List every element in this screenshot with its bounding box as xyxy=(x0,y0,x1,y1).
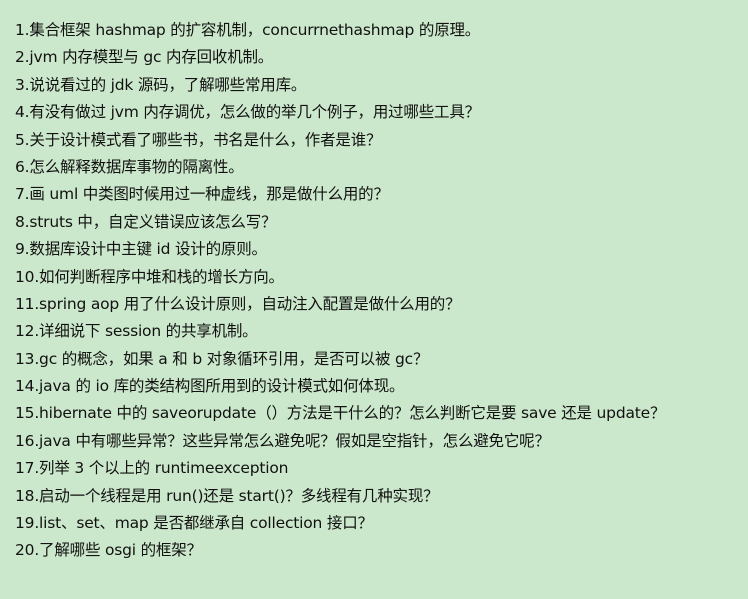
question-line: 8.struts 中，自定义错误应该怎么写？ xyxy=(15,212,277,231)
question-line: 13.gc 的概念，如果 a 和 b 对象循环引用，是否可以被 gc？ xyxy=(15,349,429,368)
question-line: 12.详细说下 session 的共享机制。 xyxy=(15,322,258,341)
question-line: 11.spring aop 用了什么设计原则，自动注入配置是做什么用的？ xyxy=(15,294,461,313)
question-line: 16.java 中有哪些异常？这些异常怎么避免呢？假如是空指针，怎么避免它呢？ xyxy=(15,431,550,450)
question-line: 5.关于设计模式看了哪些书，书名是什么，作者是谁？ xyxy=(15,130,382,149)
question-list: 1.集合框架 hashmap 的扩容机制，concurrnethashmap 的… xyxy=(15,17,665,565)
question-line: 15.hibernate 中的 saveorupdate（）方法是干什么的？怎么… xyxy=(15,404,666,423)
question-line: 1.集合框架 hashmap 的扩容机制，concurrnethashmap 的… xyxy=(15,21,481,39)
question-line: 2.jvm 内存模型与 gc 内存回收机制。 xyxy=(15,48,274,67)
question-line: 17.列举 3 个以上的 runtimeexception xyxy=(15,459,289,478)
question-line: 4.有没有做过 jvm 内存调优，怎么做的举几个例子，用过哪些工具？ xyxy=(15,103,480,122)
question-line: 10.如何判断程序中堆和栈的增长方向。 xyxy=(15,267,284,286)
question-line: 14.java 的 io 库的类结构图所用到的设计模式如何体现。 xyxy=(15,377,405,396)
question-line: 6.怎么解释数据库事物的隔离性。 xyxy=(15,157,244,176)
question-line: 19.list、set、map 是否都继承自 collection 接口？ xyxy=(15,514,373,533)
question-line: 9.数据库设计中主键 id 设计的原则。 xyxy=(15,240,267,259)
question-line: 20.了解哪些 osgi 的框架？ xyxy=(15,541,202,560)
question-line: 18.启动一个线程是用 run()还是 start()？多线程有几种实现？ xyxy=(15,486,439,505)
question-line: 3.说说看过的 jdk 源码，了解哪些常用库。 xyxy=(15,75,307,94)
question-line: 7.画 uml 中类图时候用过一种虚线，那是做什么用的？ xyxy=(15,185,389,204)
